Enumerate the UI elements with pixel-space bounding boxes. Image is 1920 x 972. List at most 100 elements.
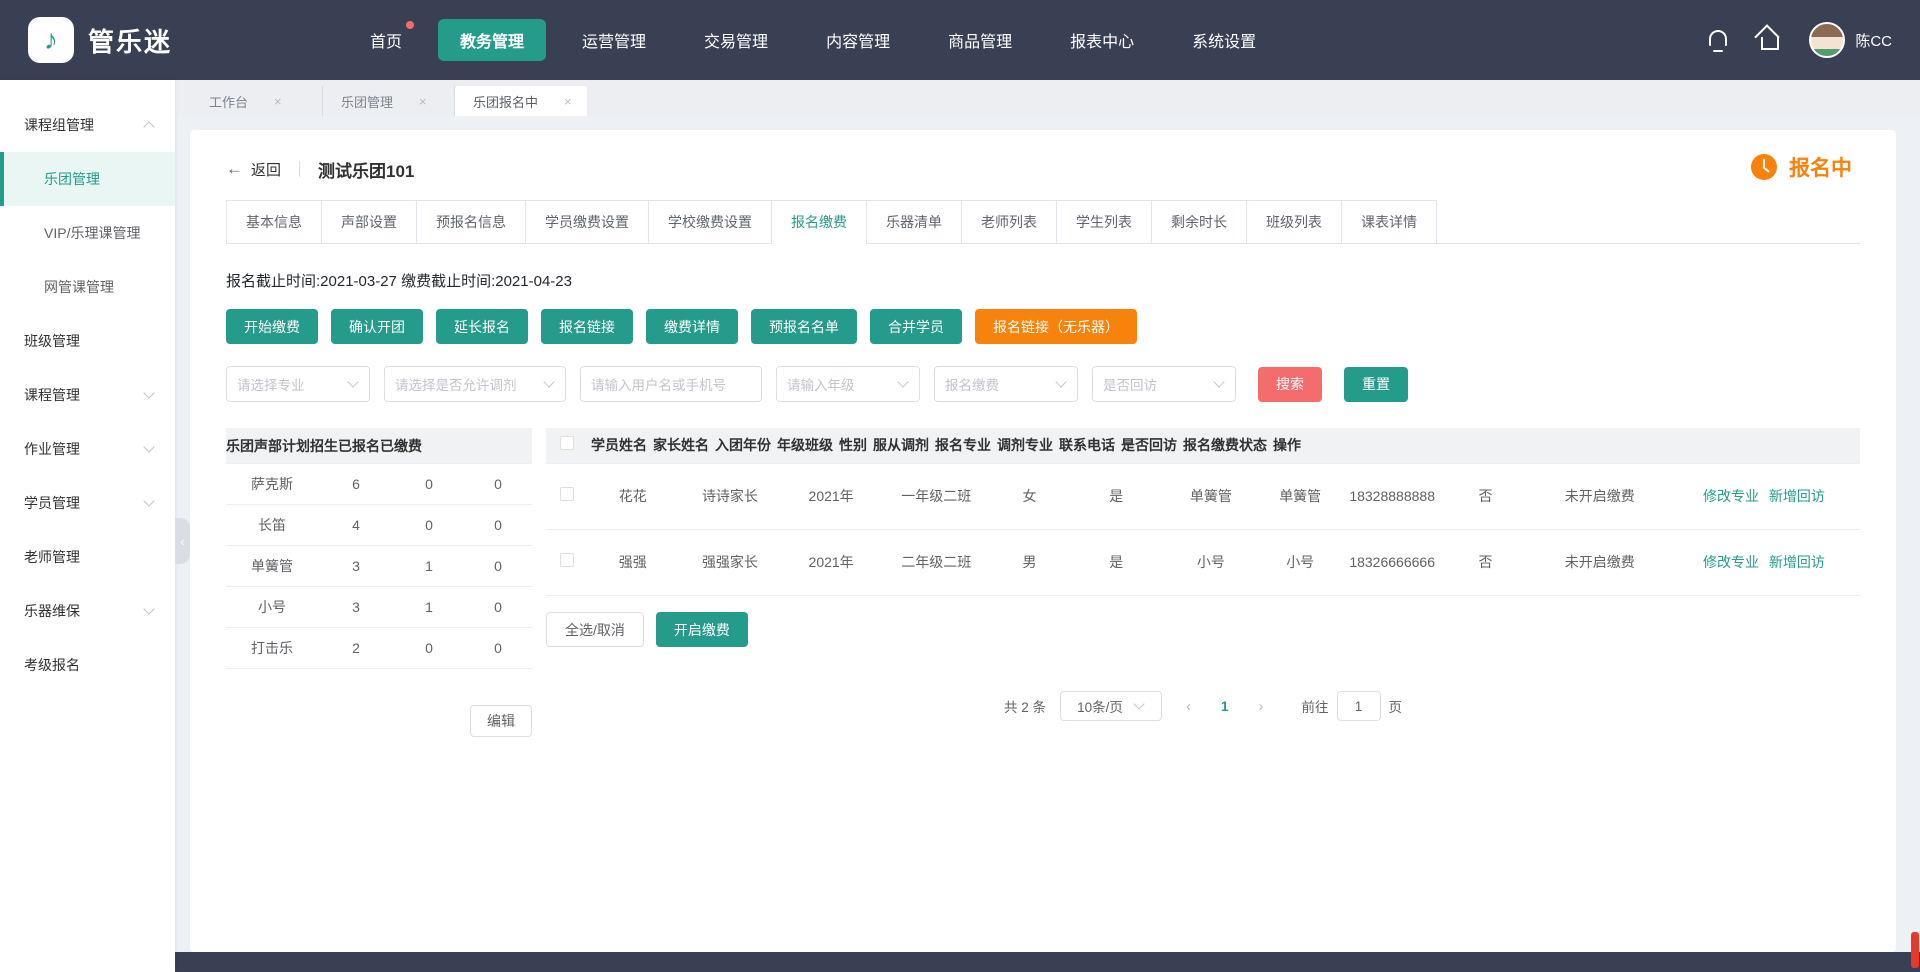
sidebar-item[interactable]: 考级报名 (0, 638, 175, 692)
section-table-row: 小号 3 1 0 (226, 587, 532, 628)
detail-tab[interactable]: 学员缴费设置 (525, 200, 649, 243)
back-button[interactable]: ← 返回 (226, 159, 281, 180)
filter-field[interactable]: 是否回访 (1092, 366, 1236, 402)
row-checkbox[interactable] (560, 487, 574, 501)
detail-tab[interactable]: 基本信息 (226, 200, 322, 243)
user-name: 陈CC (1855, 30, 1892, 51)
open-tab-label: 乐团报名中 (473, 92, 538, 111)
sidebar-item[interactable]: 乐器维保 (0, 584, 175, 638)
filter-field[interactable]: 请输入用户名或手机号 (580, 366, 762, 402)
chevron-icon (143, 551, 155, 563)
applied-major: 单簧管 (1166, 482, 1255, 511)
sidebar-collapse-handle[interactable]: ‹ (175, 518, 190, 564)
action-button[interactable]: 缴费详情 (646, 309, 738, 344)
next-page-button[interactable]: › (1249, 698, 1274, 715)
sidebar-item[interactable]: 老师管理 (0, 530, 175, 584)
action-button[interactable]: 开始缴费 (226, 309, 318, 344)
filter-field[interactable]: 请选择是否允许调剂 (384, 366, 566, 402)
top-nav-item-label: 运营管理 (582, 34, 646, 51)
action-button[interactable]: 预报名名单 (751, 309, 857, 344)
chevron-icon (143, 443, 155, 455)
top-nav-item[interactable]: 教务管理 (438, 19, 546, 61)
detail-tab[interactable]: 学生列表 (1056, 200, 1152, 243)
notification-dot (406, 21, 414, 29)
sidebar: 课程组管理 乐团管理 VIP/乐理课管理 网管课管理 班级管理 课程管理 作业管… (0, 80, 175, 972)
top-nav-item[interactable]: 首页 (348, 19, 424, 61)
action-button[interactable]: 报名链接 (541, 309, 633, 344)
home-icon[interactable] (1757, 27, 1783, 53)
sidebar-item[interactable]: 网管课管理 (0, 260, 175, 314)
reset-button[interactable]: 重置 (1344, 367, 1408, 402)
select-all-checkbox[interactable] (560, 436, 574, 450)
close-icon[interactable]: × (419, 94, 427, 109)
section-signed: 0 (394, 476, 464, 492)
phone-number: 18328888888 (1345, 482, 1440, 511)
add-revisit-link[interactable]: 新增回访 (1769, 554, 1825, 570)
detail-tab[interactable]: 老师列表 (961, 200, 1057, 243)
detail-tab[interactable]: 班级列表 (1246, 200, 1342, 243)
sidebar-item[interactable]: 班级管理 (0, 314, 175, 368)
sidebar-item[interactable]: 学员管理 (0, 476, 175, 530)
sidebar-item[interactable]: VIP/乐理课管理 (0, 206, 175, 260)
prev-page-button[interactable]: ‹ (1176, 698, 1201, 715)
detail-tab[interactable]: 剩余时长 (1151, 200, 1247, 243)
action-button[interactable]: 确认开团 (331, 309, 423, 344)
top-nav-item[interactable]: 内容管理 (804, 19, 912, 61)
student-table-header: 联系电话 (1056, 431, 1118, 460)
top-nav-item[interactable]: 运营管理 (560, 19, 668, 61)
edit-button[interactable]: 编辑 (470, 705, 532, 737)
sidebar-item[interactable]: 课程组管理 (0, 98, 175, 152)
detail-tab[interactable]: 声部设置 (321, 200, 417, 243)
sidebar-item[interactable]: 乐团管理 (0, 152, 175, 206)
scrollbar-thumb[interactable] (1911, 932, 1919, 968)
action-button[interactable]: 报名链接（无乐器） (975, 309, 1137, 344)
sidebar-item[interactable]: 课程管理 (0, 368, 175, 422)
action-button-label: 缴费详情 (664, 317, 720, 337)
bell-icon[interactable] (1705, 27, 1731, 53)
detail-tab[interactable]: 课表详情 (1341, 200, 1437, 243)
section-name: 单簧管 (226, 556, 318, 576)
modify-major-link[interactable]: 修改专业 (1703, 488, 1759, 504)
goto-page-input[interactable]: 1 (1337, 691, 1381, 721)
detail-tab[interactable]: 预报名信息 (416, 200, 526, 243)
action-button[interactable]: 延长报名 (436, 309, 528, 344)
grade-class: 二年级二班 (880, 548, 993, 577)
close-icon[interactable]: × (274, 94, 282, 109)
open-tab[interactable]: 乐团管理 × (323, 86, 455, 116)
filter-placeholder: 请输入用户名或手机号 (591, 374, 735, 394)
top-nav-item[interactable]: 报表中心 (1048, 19, 1156, 61)
user-menu[interactable]: 陈CC (1809, 22, 1892, 58)
top-nav-item[interactable]: 商品管理 (926, 19, 1034, 61)
action-button-label: 延长报名 (454, 317, 510, 337)
top-nav-item[interactable]: 交易管理 (682, 19, 790, 61)
filter-field[interactable]: 请选择专业 (226, 366, 370, 402)
detail-tab[interactable]: 乐器清单 (866, 200, 962, 243)
filter-field[interactable]: 报名缴费 (934, 366, 1078, 402)
app-logo[interactable]: ♪ 管乐迷 (28, 17, 238, 63)
logo-icon: ♪ (28, 17, 74, 63)
detail-tab[interactable]: 报名缴费 (771, 200, 867, 243)
action-button-label: 预报名名单 (769, 317, 839, 337)
section-name: 长笛 (226, 515, 318, 535)
open-tab[interactable]: 乐团报名中 × (455, 86, 587, 116)
select-all-button[interactable]: 全选/取消 (546, 612, 644, 647)
sidebar-item[interactable]: 作业管理 (0, 422, 175, 476)
current-page[interactable]: 1 (1215, 699, 1235, 714)
start-payment-button[interactable]: 开启缴费 (656, 612, 748, 647)
add-revisit-link[interactable]: 新增回访 (1769, 488, 1825, 504)
open-tab[interactable]: 工作台 × (191, 86, 323, 116)
filter-placeholder: 请选择是否允许调剂 (395, 374, 539, 394)
phone-number: 18326666666 (1345, 548, 1440, 577)
search-button[interactable]: 搜索 (1258, 367, 1322, 402)
section-paid: 0 (464, 640, 532, 656)
close-icon[interactable]: × (564, 94, 572, 109)
page-size-select[interactable]: 10条/页 (1060, 691, 1162, 721)
action-button[interactable]: 合并学员 (870, 309, 962, 344)
filter-field[interactable]: 请输入年级 (776, 366, 920, 402)
modify-major-link[interactable]: 修改专业 (1703, 554, 1759, 570)
chevron-down-icon (347, 378, 359, 390)
detail-tab-label: 课表详情 (1361, 214, 1417, 230)
detail-tab[interactable]: 学校缴费设置 (648, 200, 772, 243)
top-nav-item[interactable]: 系统设置 (1170, 19, 1278, 61)
row-checkbox[interactable] (560, 553, 574, 567)
